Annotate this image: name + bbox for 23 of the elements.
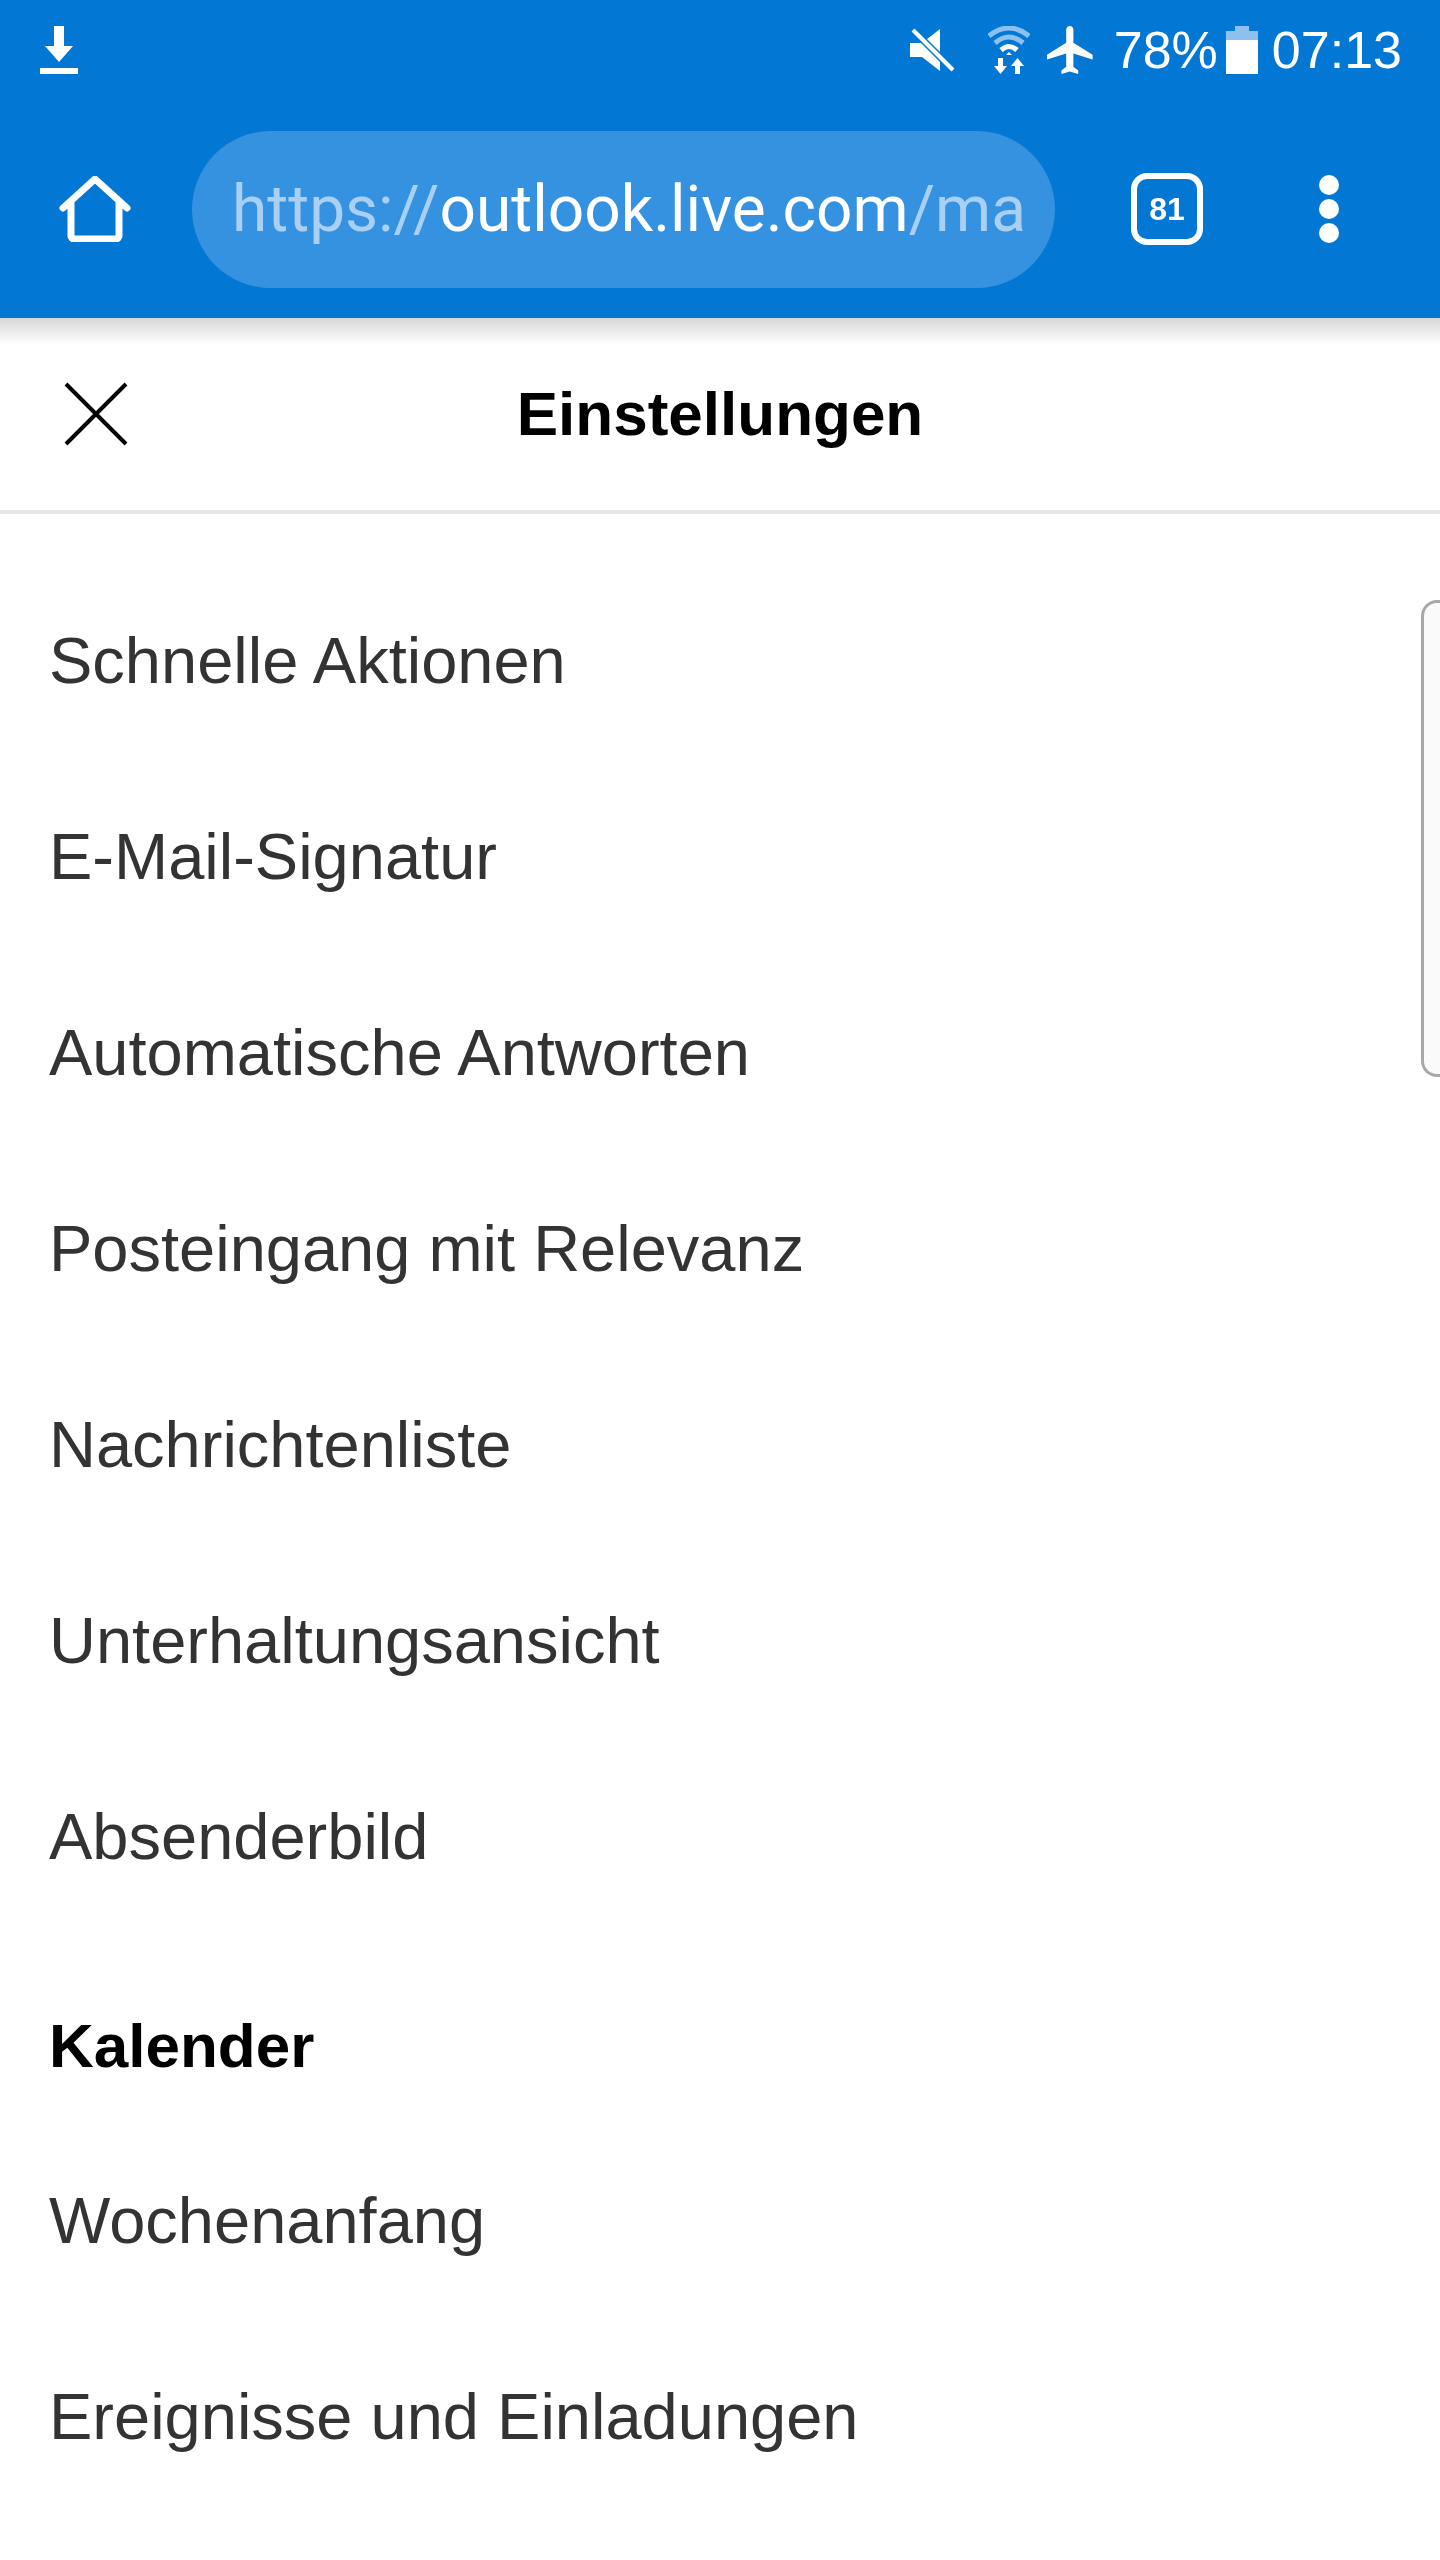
airplane-icon [1045, 26, 1096, 74]
settings-item[interactable]: Ereignisse und Einladungen [49, 2379, 859, 2455]
settings-item[interactable]: Unterhaltungsansicht [49, 1603, 660, 1679]
settings-item[interactable]: Posteingang mit Relevanz [49, 1211, 805, 1287]
edge-panel-handle[interactable] [1421, 600, 1440, 1077]
page-title: Einstellungen [516, 378, 924, 450]
section-heading: Kalender [49, 2013, 315, 2079]
menu-icon[interactable] [1318, 174, 1340, 244]
close-icon[interactable] [64, 382, 128, 446]
battery-icon [1225, 26, 1258, 74]
settings-item[interactable]: E-Mail-Signatur [49, 819, 497, 895]
battery-percent: 78% [1113, 20, 1218, 80]
settings-item[interactable]: Schnelle Aktionen [49, 623, 566, 699]
settings-item[interactable]: Automatische Antworten [49, 1015, 750, 1091]
wifi-icon [987, 26, 1030, 74]
clock-time: 07:13 [1271, 20, 1402, 80]
home-icon[interactable] [59, 176, 131, 242]
settings-item[interactable]: Nachrichtenliste [49, 1407, 512, 1483]
tab-count-button[interactable]: 81 [1131, 173, 1203, 245]
mute-icon [909, 27, 956, 73]
settings-item[interactable]: Absenderbild [49, 1799, 429, 1875]
settings-item[interactable]: Wochenanfang [49, 2183, 486, 2259]
download-icon [40, 26, 78, 74]
